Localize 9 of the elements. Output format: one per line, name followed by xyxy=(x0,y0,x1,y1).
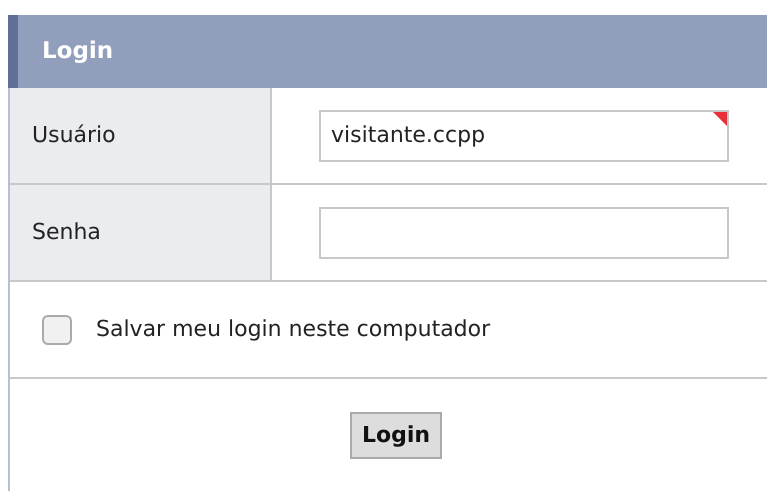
panel-title: Login xyxy=(42,37,114,66)
username-field[interactable]: visitante.ccpp xyxy=(319,110,729,162)
required-marker-icon xyxy=(713,112,727,126)
checkbox-label[interactable]: Salvar meu login neste computador xyxy=(96,313,490,346)
field-label: Senha xyxy=(10,185,272,280)
remember-checkbox[interactable] xyxy=(42,314,72,344)
password-field[interactable] xyxy=(319,206,729,258)
field-label: Usuário xyxy=(10,88,272,183)
login-button[interactable]: Login xyxy=(350,412,442,459)
